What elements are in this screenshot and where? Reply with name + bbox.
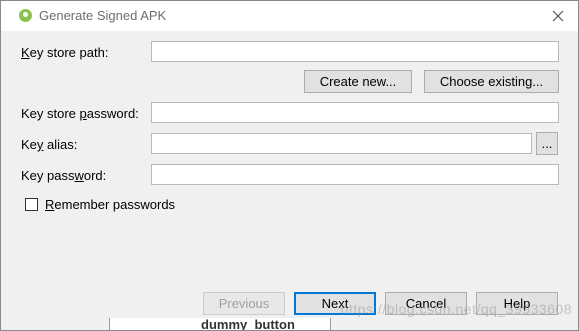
key-store-password-label: Key store password: xyxy=(21,106,139,121)
next-button[interactable]: Next xyxy=(294,292,376,315)
key-store-path-label: Key store path: xyxy=(21,45,109,60)
generate-signed-apk-dialog: Generate Signed APK Key store path: Crea… xyxy=(0,0,579,331)
key-password-input[interactable] xyxy=(151,164,559,185)
create-new-button[interactable]: Create new... xyxy=(304,70,412,93)
close-icon[interactable] xyxy=(548,6,568,26)
key-store-path-input[interactable] xyxy=(151,41,559,62)
remember-passwords-label[interactable]: Remember passwords xyxy=(45,197,175,212)
title-bar: Generate Signed APK xyxy=(1,1,578,31)
android-studio-icon xyxy=(19,9,32,22)
window-title: Generate Signed APK xyxy=(39,8,167,23)
help-button[interactable]: Help xyxy=(476,292,558,315)
key-store-password-input[interactable] xyxy=(151,102,559,123)
background-text: dummy_button xyxy=(201,317,295,331)
previous-button[interactable]: Previous xyxy=(203,292,285,315)
choose-existing-button[interactable]: Choose existing... xyxy=(424,70,559,93)
key-password-label: Key password: xyxy=(21,168,107,183)
key-alias-label: Key alias: xyxy=(21,137,78,152)
cancel-button[interactable]: Cancel xyxy=(385,292,467,315)
remember-passwords-checkbox[interactable] xyxy=(25,198,38,211)
key-alias-input[interactable] xyxy=(151,133,532,154)
browse-alias-button[interactable]: ... xyxy=(536,132,558,155)
